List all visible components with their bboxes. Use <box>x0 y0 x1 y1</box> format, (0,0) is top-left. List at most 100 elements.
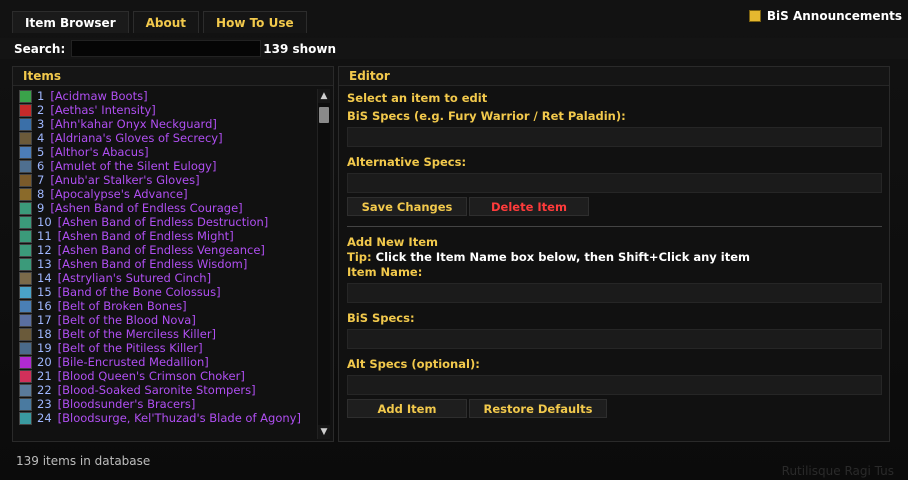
item-icon <box>19 411 32 425</box>
list-item[interactable]: 12 [Ashen Band of Endless Vengeance] <box>19 243 313 257</box>
item-number: 14 <box>37 271 52 285</box>
list-item[interactable]: 6 [Amulet of the Silent Eulogy] <box>19 159 313 173</box>
list-item[interactable]: 1 [Acidmaw Boots] <box>19 89 313 103</box>
item-list: 1 [Acidmaw Boots] 2 [Aethas' Intensity] 3 [Ah… <box>19 89 313 439</box>
item-link[interactable]: [Bloodsunder's Bracers] <box>58 397 196 411</box>
bis-announcements-toggle[interactable]: BiS Announcements <box>748 9 902 23</box>
item-link[interactable]: [Belt of the Blood Nova] <box>58 313 196 327</box>
list-item[interactable]: 15 [Band of the Bone Colossus] <box>19 285 313 299</box>
list-item[interactable]: 7 [Anub'ar Stalker's Gloves] <box>19 173 313 187</box>
items-panel-title: Items <box>13 67 333 86</box>
item-link[interactable]: [Ashen Band of Endless Destruction] <box>58 215 269 229</box>
item-link[interactable]: [Amulet of the Silent Eulogy] <box>50 159 216 173</box>
item-icon <box>19 131 32 145</box>
item-icon <box>19 201 32 215</box>
items-panel: Items 1 [Acidmaw Boots] 2 [Aethas' Intensit… <box>12 66 334 442</box>
item-number: 21 <box>37 369 52 383</box>
item-link[interactable]: [Blood Queen's Crimson Choker] <box>58 369 245 383</box>
list-item[interactable]: 10 [Ashen Band of Endless Destruction] <box>19 215 313 229</box>
item-link[interactable]: [Belt of Broken Bones] <box>58 299 187 313</box>
item-number: 1 <box>37 89 45 103</box>
item-link[interactable]: [Astrylian's Sutured Cinch] <box>58 271 211 285</box>
list-item[interactable]: 13 [Ashen Band of Endless Wisdom] <box>19 257 313 271</box>
item-number: 6 <box>37 159 45 173</box>
item-icon <box>19 355 32 369</box>
item-link[interactable]: [Bile-Encrusted Medallion] <box>58 355 209 369</box>
item-link[interactable]: [Ashen Band of Endless Wisdom] <box>58 257 248 271</box>
item-icon <box>19 341 32 355</box>
item-link[interactable]: [Band of the Bone Colossus] <box>58 285 221 299</box>
item-link[interactable]: [Ashen Band of Endless Vengeance] <box>58 243 265 257</box>
item-number: 13 <box>37 257 52 271</box>
list-item[interactable]: 9 [Ashen Band of Endless Courage] <box>19 201 313 215</box>
item-icon <box>19 159 32 173</box>
scroll-down-icon[interactable]: ▼ <box>318 425 330 439</box>
item-link[interactable]: [Belt of the Pitiless Killer] <box>58 341 203 355</box>
item-link[interactable]: [Belt of the Merciless Killer] <box>58 327 216 341</box>
item-icon <box>19 327 32 341</box>
item-icon <box>19 271 32 285</box>
item-icon <box>19 313 32 327</box>
list-item[interactable]: 14 [Astrylian's Sutured Cinch] <box>19 271 313 285</box>
tab-about[interactable]: About <box>132 11 200 33</box>
item-link[interactable]: [Apocalypse's Advance] <box>50 187 187 201</box>
add-item-button[interactable]: Add Item <box>347 399 467 418</box>
item-list-scrollbar[interactable]: ▲ ▼ <box>317 89 330 439</box>
list-item[interactable]: 20 [Bile-Encrusted Medallion] <box>19 355 313 369</box>
list-item[interactable]: 21 [Blood Queen's Crimson Choker] <box>19 369 313 383</box>
item-number: 22 <box>37 383 52 397</box>
scroll-thumb[interactable] <box>319 107 329 123</box>
scroll-up-icon[interactable]: ▲ <box>318 89 330 103</box>
list-item[interactable]: 19 [Belt of the Pitiless Killer] <box>19 341 313 355</box>
new-alt-specs-label: Alt Specs (optional): <box>347 357 480 371</box>
list-item[interactable]: 17 [Belt of the Blood Nova] <box>19 313 313 327</box>
list-item[interactable]: 5 [Althor's Abacus] <box>19 145 313 159</box>
new-bis-specs-field[interactable] <box>347 329 882 349</box>
item-link[interactable]: [Bloodsurge, Kel'Thuzad's Blade of Agony… <box>58 411 301 425</box>
item-link[interactable]: [Ashen Band of Endless Might] <box>58 229 234 243</box>
list-item[interactable]: 8 [Apocalypse's Advance] <box>19 187 313 201</box>
list-item[interactable]: 4 [Aldriana's Gloves of Secrecy] <box>19 131 313 145</box>
list-item[interactable]: 16 [Belt of Broken Bones] <box>19 299 313 313</box>
item-number: 9 <box>37 201 45 215</box>
item-icon <box>19 117 32 131</box>
list-item[interactable]: 2 [Aethas' Intensity] <box>19 103 313 117</box>
editor-panel-title: Editor <box>339 67 889 86</box>
delete-item-button[interactable]: Delete Item <box>469 197 589 216</box>
item-number: 10 <box>37 215 52 229</box>
alt-specs-field[interactable] <box>347 173 882 193</box>
search-input[interactable] <box>71 40 262 57</box>
item-link[interactable]: [Blood-Soaked Saronite Stompers] <box>58 383 256 397</box>
bis-announcements-checkbox[interactable] <box>748 10 761 22</box>
item-link[interactable]: [Aldriana's Gloves of Secrecy] <box>50 131 222 145</box>
item-link[interactable]: [Ashen Band of Endless Courage] <box>50 201 242 215</box>
item-link[interactable]: [Aethas' Intensity] <box>50 103 155 117</box>
list-item[interactable]: 24 [Bloodsurge, Kel'Thuzad's Blade of Ago… <box>19 411 313 425</box>
item-name-field[interactable] <box>347 283 882 303</box>
new-alt-specs-field[interactable] <box>347 375 882 395</box>
list-item[interactable]: 18 [Belt of the Merciless Killer] <box>19 327 313 341</box>
item-icon <box>19 229 32 243</box>
addon-window: Item Browser About How To Use BiS Announ… <box>0 0 908 480</box>
item-link[interactable]: [Ahn'kahar Onyx Neckguard] <box>50 117 217 131</box>
item-icon <box>19 187 32 201</box>
item-link[interactable]: [Anub'ar Stalker's Gloves] <box>50 173 199 187</box>
select-item-prompt: Select an item to edit <box>347 91 488 105</box>
item-number: 16 <box>37 299 52 313</box>
list-item[interactable]: 3 [Ahn'kahar Onyx Neckguard] <box>19 117 313 131</box>
tab-how-to-use[interactable]: How To Use <box>203 11 307 33</box>
tab-item-browser[interactable]: Item Browser <box>12 11 129 33</box>
add-button-row: Add Item Restore Defaults <box>347 399 883 418</box>
bis-announcements-label: BiS Announcements <box>766 9 902 23</box>
item-link[interactable]: [Acidmaw Boots] <box>50 89 147 103</box>
save-changes-button[interactable]: Save Changes <box>347 197 467 216</box>
item-icon <box>19 243 32 257</box>
list-item[interactable]: 23 [Bloodsunder's Bracers] <box>19 397 313 411</box>
item-link[interactable]: [Althor's Abacus] <box>50 145 148 159</box>
list-item[interactable]: 22 [Blood-Soaked Saronite Stompers] <box>19 383 313 397</box>
restore-defaults-button[interactable]: Restore Defaults <box>469 399 607 418</box>
bis-specs-field[interactable] <box>347 127 882 147</box>
status-footer: 139 items in database <box>16 454 151 468</box>
add-item-tip: Tip: Click the Item Name box below, then… <box>347 250 883 265</box>
list-item[interactable]: 11 [Ashen Band of Endless Might] <box>19 229 313 243</box>
